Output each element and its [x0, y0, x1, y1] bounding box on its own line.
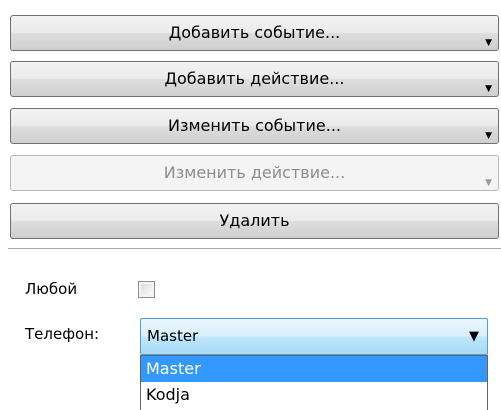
delete-label: Удалить: [219, 211, 290, 230]
phone-combobox[interactable]: Master ▼: [140, 318, 488, 355]
phone-dropdown-list: Master Kodja: [140, 355, 488, 410]
edit-event-label: Изменить событие...: [168, 116, 341, 135]
any-label: Любой: [25, 280, 78, 298]
add-event-label: Добавить событие...: [168, 23, 341, 42]
delete-button[interactable]: Удалить: [10, 203, 499, 239]
add-action-label: Добавить действие...: [164, 69, 345, 88]
phone-label: Телефон:: [25, 325, 100, 343]
chevron-down-icon[interactable]: ▼: [469, 319, 479, 354]
add-event-button[interactable]: Добавить событие... ▼: [10, 15, 499, 51]
edit-action-label: Изменить действие...: [163, 163, 346, 182]
any-checkbox[interactable]: [138, 281, 155, 298]
edit-event-button[interactable]: Изменить событие... ▼: [10, 108, 499, 144]
phone-option-kodja[interactable]: Kodja: [141, 382, 487, 408]
separator: [8, 248, 501, 249]
dropdown-arrow-icon: ▼: [485, 84, 492, 94]
dropdown-arrow-icon: ▼: [485, 131, 492, 141]
add-action-button[interactable]: Добавить действие... ▼: [10, 61, 499, 97]
dropdown-arrow-icon: ▼: [485, 38, 492, 48]
phone-combobox-value: Master: [147, 327, 199, 345]
edit-action-button: Изменить действие... ▼: [10, 155, 499, 191]
dropdown-arrow-icon: ▼: [485, 178, 492, 188]
phone-option-master[interactable]: Master: [141, 356, 487, 382]
